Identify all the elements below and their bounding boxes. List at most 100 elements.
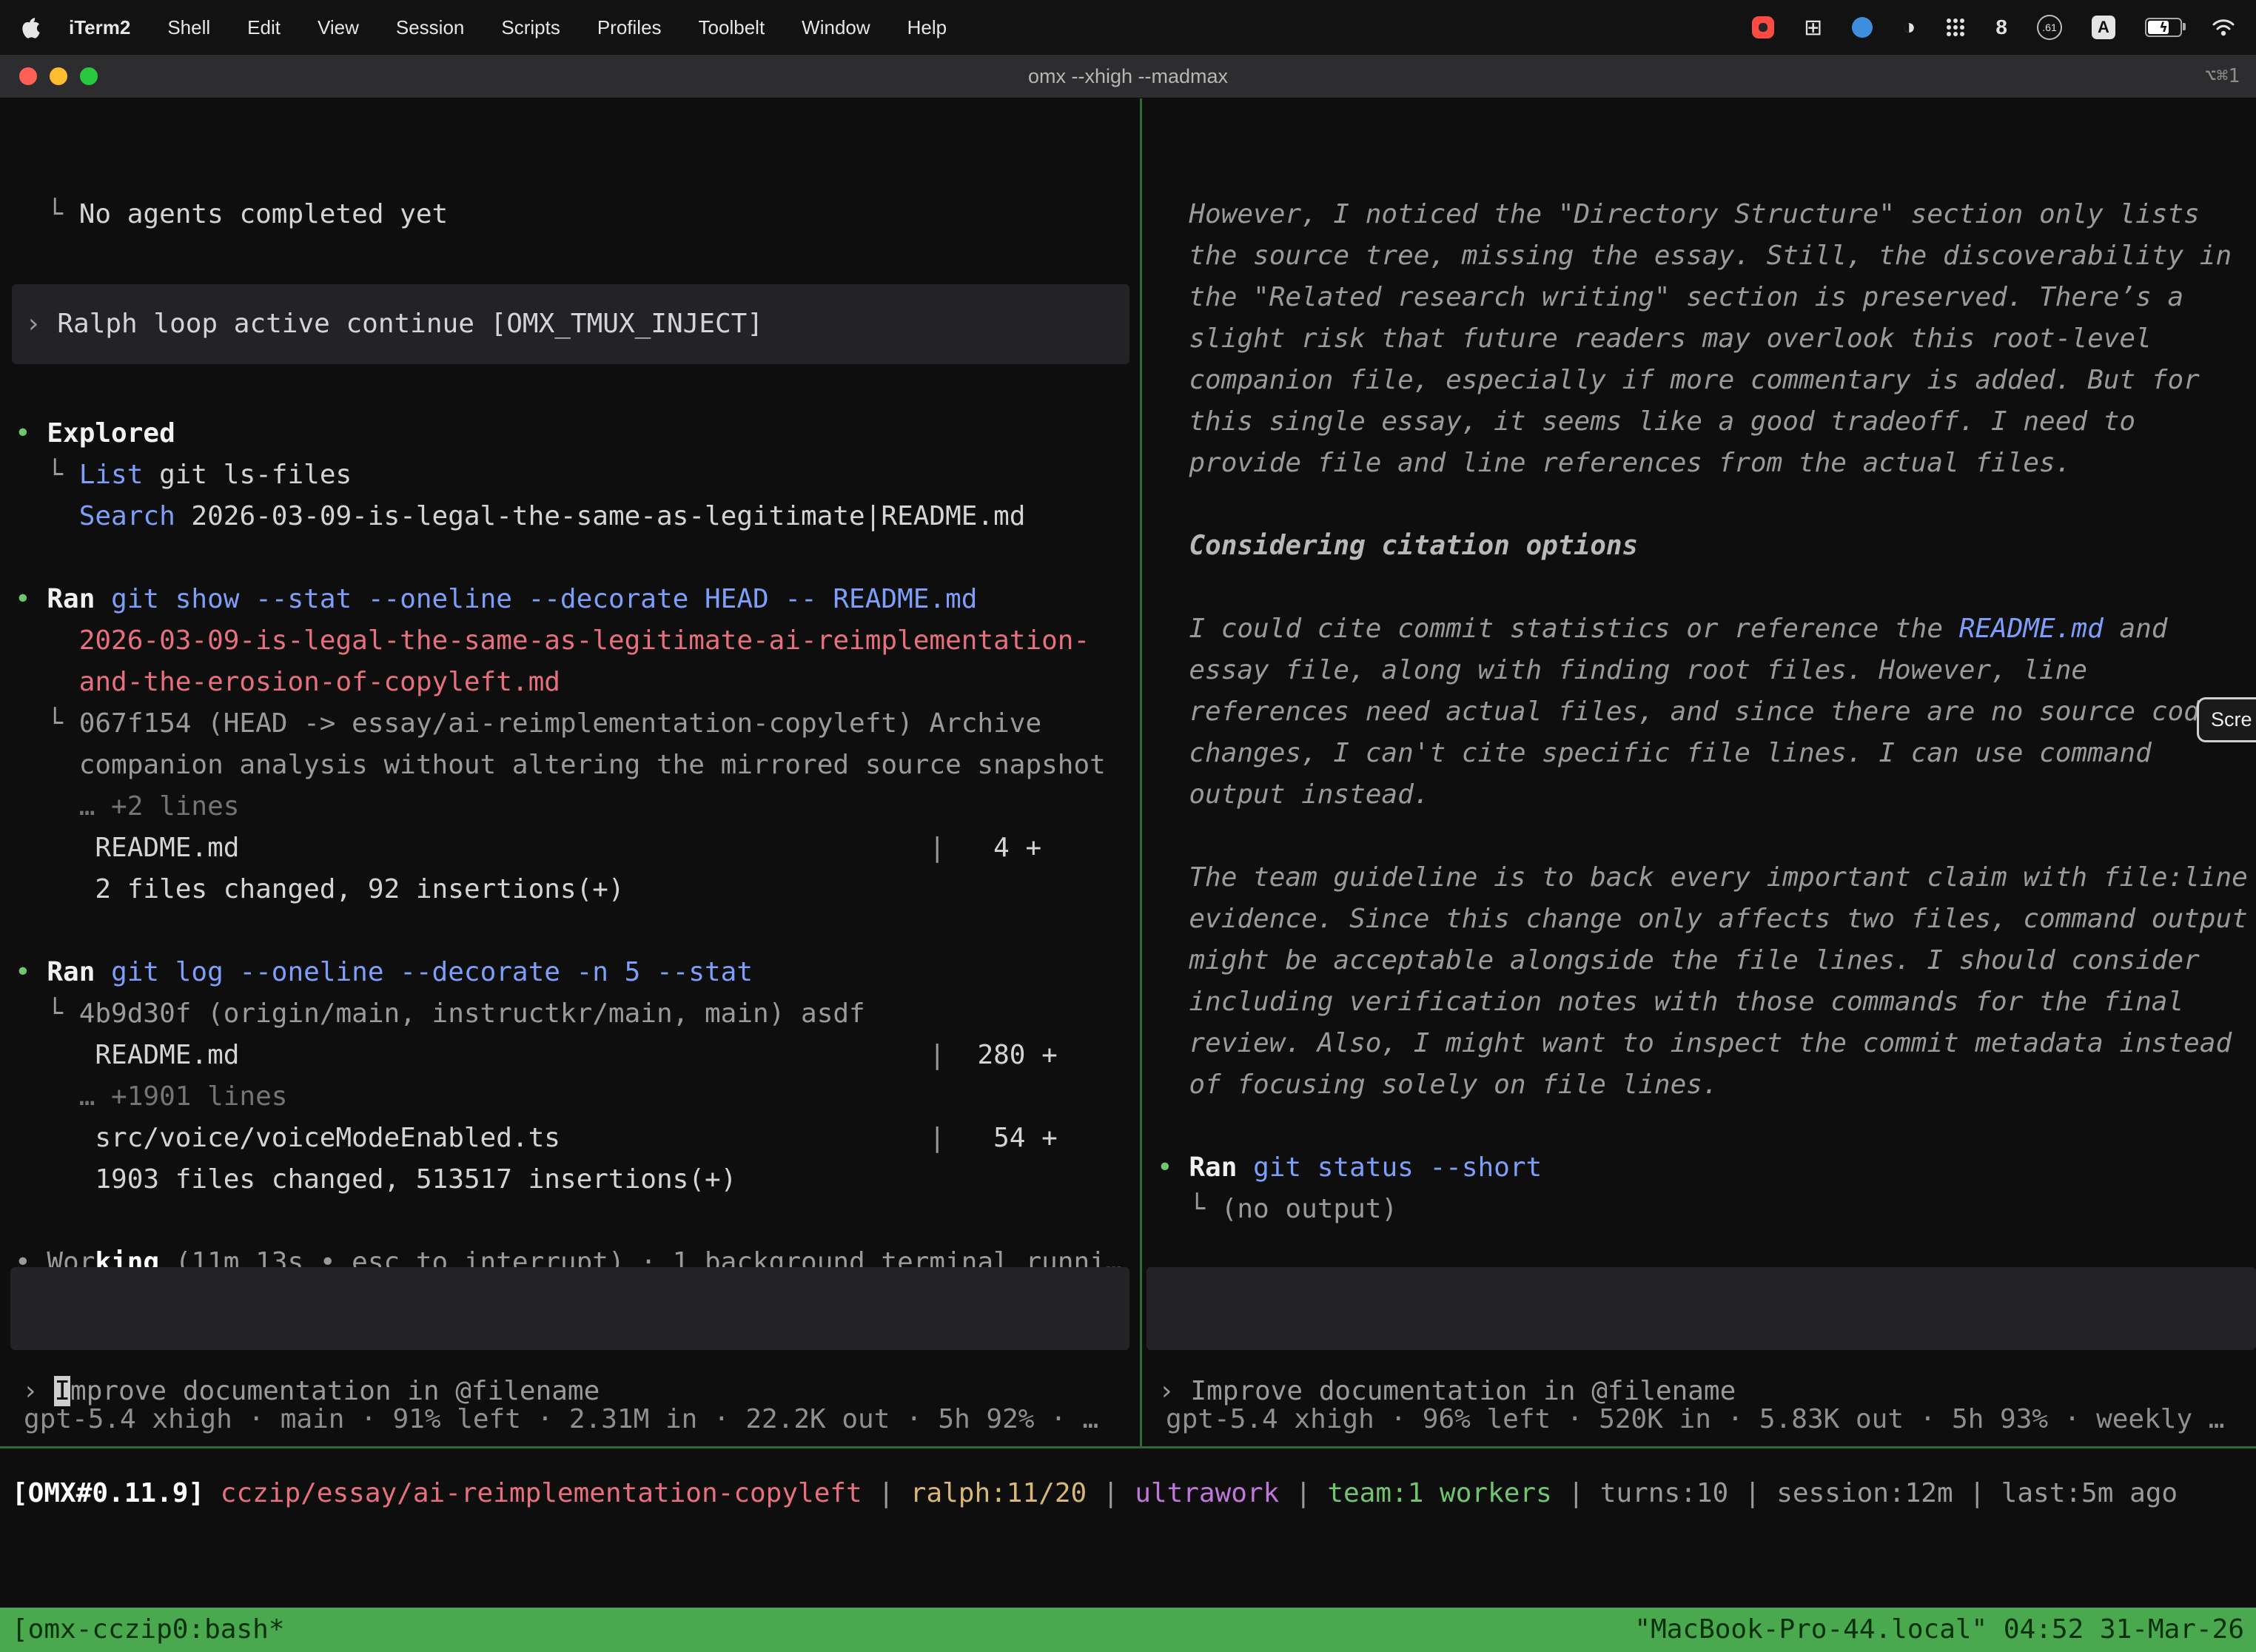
text-segment: might be acceptable alongside the file l…	[1157, 945, 2200, 976]
text-segment: └	[15, 199, 79, 229]
battery-icon[interactable]: ϟ	[2145, 18, 2182, 37]
screen-recording-icon[interactable]	[1752, 16, 1774, 38]
blank-line	[15, 1201, 1140, 1242]
session-status-line: gpt-5.4 xhigh · main · 91% left · 2.31M …	[24, 1399, 1098, 1440]
minimize-button[interactable]	[50, 67, 67, 85]
text-segment: essay file, along with finding root file…	[1157, 655, 2087, 685]
right-pane-scrollback: However, I noticed the "Directory Struct…	[1157, 194, 2256, 1313]
terminal-line: slight risk that future readers may over…	[1157, 318, 2256, 360]
menu-toolbelt[interactable]: Toolbelt	[680, 16, 784, 38]
text-segment: companion analysis without altering the …	[15, 750, 1106, 780]
terminal-line: essay file, along with finding root file…	[1157, 650, 2256, 691]
terminal-line: • Ran git log --oneline --decorate -n 5 …	[15, 952, 1140, 993]
injected-prompt-banner: › Ralph loop active continue [OMX_TMUX_I…	[12, 284, 1129, 364]
blank-line	[1157, 484, 2256, 526]
disc-icon[interactable]: ◑	[1902, 16, 1916, 38]
menu-profiles[interactable]: Profiles	[579, 16, 680, 38]
text-segment: |	[929, 1040, 945, 1070]
menu-edit[interactable]: Edit	[229, 16, 299, 38]
menu-shell[interactable]: Shell	[149, 16, 229, 38]
terminal-line: src/voice/voiceModeEnabled.ts | 54 +	[15, 1118, 1140, 1159]
text-segment: this single essay, it seems like a good …	[1157, 406, 2135, 437]
input-source-icon[interactable]: A	[2092, 16, 2115, 39]
text-segment: … +2 lines	[15, 791, 239, 822]
terminal-line: However, I noticed the "Directory Struct…	[1157, 194, 2256, 235]
text-segment: README.md	[15, 1040, 929, 1070]
wifi-icon[interactable]	[2212, 18, 2235, 37]
text-segment: •	[15, 584, 47, 614]
text-segment: |	[862, 1478, 910, 1508]
terminal-line: 2 files changed, 92 insertions(+)	[15, 869, 1140, 910]
screen-share-tooltip[interactable]: Scre	[2197, 697, 2256, 742]
terminal-line: this single essay, it seems like a good …	[1157, 401, 2256, 443]
tmux-session-window: [omx-cczip0:bash*	[12, 1608, 284, 1652]
omx-status-bar: [OMX#0.11.9] cczip/essay/ai-reimplementa…	[12, 1473, 2256, 1514]
prompt-input[interactable]: › Improve documentation in @filename	[10, 1267, 1129, 1350]
apple-menu-icon[interactable]	[21, 16, 40, 38]
terminal-line: the source tree, missing the essay. Stil…	[1157, 235, 2256, 277]
text-segment: Considering citation options	[1157, 531, 1638, 561]
left-pane-scrollback: └ No agents completed yet › Ralph loop ac…	[15, 194, 1140, 1283]
text-segment: •	[1157, 1152, 1189, 1183]
text-segment: 280 +	[945, 1040, 1058, 1070]
tmux-host-clock: "MacBook-Pro-44.local" 04:52 31-Mar-26	[1634, 1608, 2244, 1652]
text-segment: companion file, especially if more comme…	[1157, 365, 2200, 395]
menu-view[interactable]: View	[299, 16, 377, 38]
window-title-bar: omx --xhigh --madmax ⌥⌘1	[0, 55, 2256, 98]
text-segment: List	[79, 460, 144, 490]
text-segment: git ls-files	[143, 460, 352, 490]
text-segment: and-the-erosion-of-copyleft.md	[15, 667, 560, 697]
text-segment: 2 files changed, 92 insertions(+)	[15, 874, 625, 904]
terminal-line: Search 2026-03-09-is-legal-the-same-as-l…	[15, 496, 1140, 537]
blank-line	[15, 537, 1140, 579]
text-segment: changes, I can't cite specific file line…	[1157, 738, 2152, 768]
battery-percent-badge[interactable]: .61	[2037, 15, 2062, 40]
session-status-line: gpt-5.4 xhigh · 96% left · 520K in · 5.8…	[1166, 1399, 2224, 1440]
terminal-line: references need actual files, and since …	[1157, 691, 2256, 733]
tmux-status-bar: [omx-cczip0:bash* "MacBook-Pro-44.local"…	[0, 1608, 2256, 1652]
window-title: omx --xhigh --madmax	[1028, 65, 1228, 88]
text-segment: README.md	[1959, 614, 2104, 644]
terminal-line: 2026-03-09-is-legal-the-same-as-legitima…	[15, 620, 1140, 662]
text-segment: turns:10	[1600, 1478, 1728, 1508]
text-segment: output instead.	[1157, 779, 1429, 810]
text-segment: cczip/essay/ai-reimplementation-copyleft	[204, 1478, 862, 1508]
text-segment: |	[929, 833, 945, 863]
text-segment: … +1901 lines	[15, 1081, 287, 1112]
menu-window[interactable]: Window	[783, 16, 888, 38]
text-segment: README.md	[15, 833, 929, 863]
browser-icon[interactable]	[1852, 17, 1873, 38]
blank-line	[1157, 1230, 2256, 1272]
terminal-line: └ No agents completed yet	[15, 194, 1140, 235]
close-button[interactable]	[19, 67, 37, 85]
terminal-line: └ 067f154 (HEAD -> essay/ai-reimplementa…	[15, 703, 1140, 745]
right-terminal-pane: However, I noticed the "Directory Struct…	[1142, 98, 2256, 1446]
text-segment: review. Also, I might want to inspect th…	[1157, 1028, 2232, 1058]
menu-scripts[interactable]: Scripts	[483, 16, 578, 38]
text-segment: •	[15, 957, 47, 987]
zoom-button[interactable]	[80, 67, 98, 85]
prompt-input[interactable]: › Improve documentation in @filename	[1147, 1267, 2256, 1350]
menu-session[interactable]: Session	[377, 16, 483, 38]
text-segment: 2026-03-09-is-legal-the-same-as-legitima…	[15, 625, 1090, 656]
menu-help[interactable]: Help	[889, 16, 965, 38]
menu-iterm2[interactable]: iTerm2	[50, 16, 149, 39]
text-segment: 2026-03-09-is-legal-the-same-as-legitima…	[175, 501, 1026, 531]
figure-eight-icon[interactable]: 8	[1995, 16, 2007, 39]
text-segment: Search	[15, 501, 175, 531]
blank-line	[1157, 816, 2256, 857]
text-segment: references need actual files, and since …	[1157, 696, 2215, 727]
terminal-line: • Ran git show --stat --oneline --decora…	[15, 579, 1140, 620]
text-segment: Ran	[47, 584, 95, 614]
terminal-line: … +1901 lines	[15, 1076, 1140, 1118]
app-grid-icon[interactable]	[1945, 17, 1966, 38]
grid-icon[interactable]: ⊞	[1804, 15, 1822, 41]
text-segment: last:5m ago	[2001, 1478, 2178, 1508]
terminal-line: and-the-erosion-of-copyleft.md	[15, 662, 1140, 703]
text-segment: Ran	[47, 957, 95, 987]
blank-line	[15, 910, 1140, 952]
text-segment: session:12m	[1776, 1478, 1953, 1508]
terminal-line: I could cite commit statistics or refere…	[1157, 608, 2256, 650]
text-segment: └ (no output)	[1157, 1194, 1397, 1224]
text-segment: of focusing solely on file lines.	[1157, 1070, 1719, 1100]
